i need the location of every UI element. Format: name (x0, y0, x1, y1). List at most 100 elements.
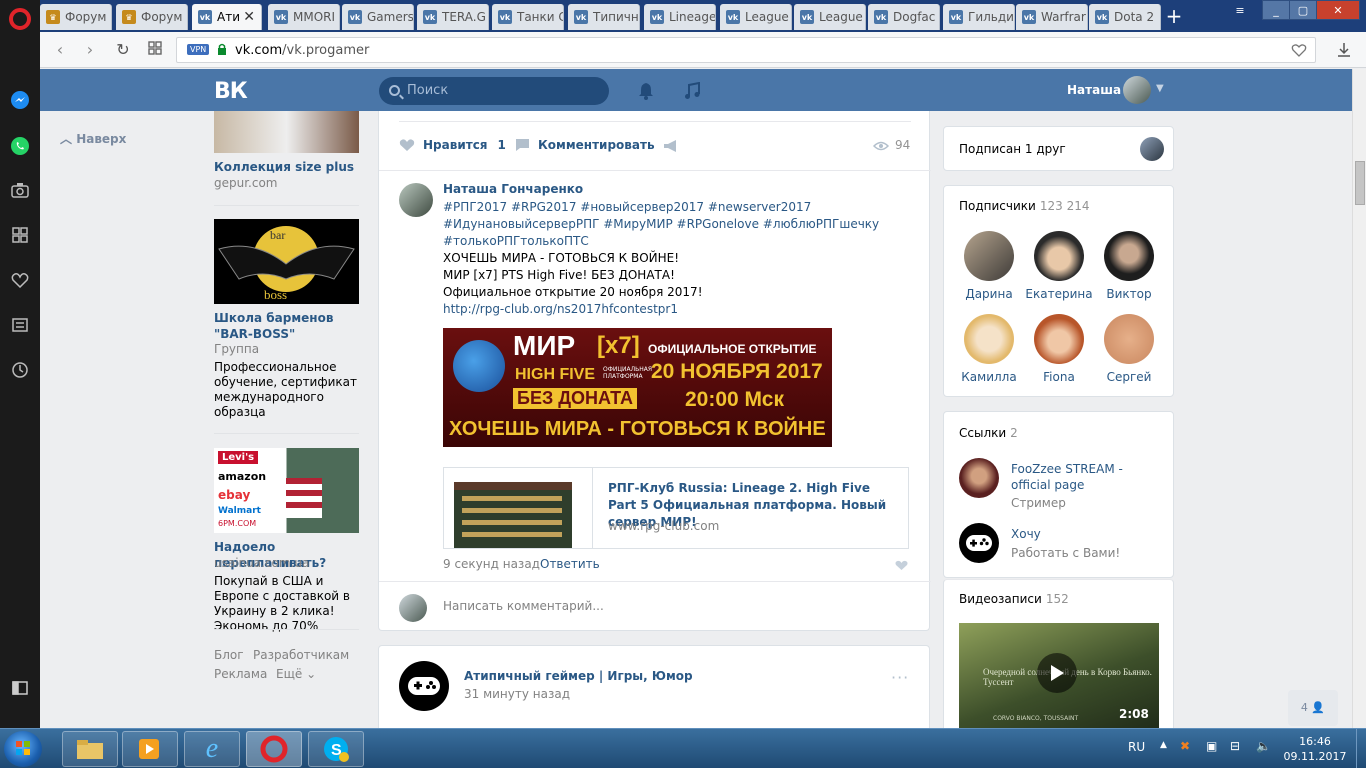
sidebar-toggle-icon[interactable] (10, 678, 30, 698)
comment-url-link[interactable]: http://rpg-club.org/ns2017hfcontestpr1 (443, 301, 913, 318)
media-player-taskbar-icon[interactable] (122, 731, 178, 767)
write-comment-input[interactable]: Написать комментарий... (443, 599, 604, 613)
subscribed-friends-card[interactable]: Подписан 1 друг (943, 126, 1174, 171)
close-tab-icon[interactable]: ✕ (243, 9, 255, 25)
vk-logo-icon[interactable]: ВК (214, 79, 248, 104)
maximize-button[interactable]: ▢ (1289, 0, 1317, 20)
footer-link-developers[interactable]: Разработчикам (253, 648, 349, 662)
ad-image-bar-boss[interactable]: bar boss (214, 219, 359, 304)
browser-tab[interactable]: vk Гильди (943, 4, 1015, 30)
ie-taskbar-icon[interactable]: e (184, 731, 240, 767)
heart-icon[interactable] (10, 270, 30, 290)
subscribers-title[interactable]: Подписчики 123 214 (959, 199, 1089, 213)
more-options-icon[interactable]: ··· (891, 668, 909, 687)
show-desktop-button[interactable] (1356, 729, 1366, 768)
online-friends-button[interactable]: 4 👤 (1288, 690, 1338, 726)
reply-button[interactable]: Ответить (540, 557, 600, 571)
comment-like-icon[interactable] (895, 560, 908, 571)
comment-author-avatar[interactable] (399, 183, 433, 217)
link-name[interactable]: FooZzee STREAM - official page (1011, 461, 1161, 493)
subscriber[interactable]: Камилла (954, 314, 1024, 384)
browser-tab[interactable]: vk Типичн (568, 4, 640, 30)
hashtags[interactable]: #РПГ2017 #RPG2017 #новыйсервер2017 #news… (443, 199, 913, 216)
browser-tab[interactable]: vk Lineage (644, 4, 716, 30)
browser-tab[interactable]: vk Dogfac (868, 4, 940, 30)
link-name[interactable]: Хочу (1011, 527, 1041, 541)
forward-button[interactable]: › (80, 40, 100, 60)
skype-taskbar-icon[interactable]: S (308, 731, 364, 767)
music-icon[interactable] (684, 82, 700, 100)
user-name[interactable]: Наташа (1067, 83, 1121, 97)
like-button[interactable]: Нравится 1 (399, 138, 506, 152)
network-tray-icon[interactable]: ⊟ (1230, 739, 1240, 753)
browser-tab[interactable]: vk Warfrar (1016, 4, 1088, 30)
search-input[interactable]: Поиск (379, 77, 609, 105)
page-scrollbar[interactable] (1352, 69, 1366, 728)
subscriber[interactable]: Виктор (1094, 231, 1164, 301)
opera-taskbar-icon[interactable] (246, 731, 302, 767)
bell-icon[interactable] (638, 82, 654, 100)
browser-tab[interactable]: vk Ати ✕ (192, 4, 262, 30)
subscriber[interactable]: Екатерина (1024, 231, 1094, 301)
browser-tab[interactable]: vk Gamers (342, 4, 414, 30)
footer-link-more[interactable]: Ещё ⌄ (276, 667, 316, 681)
reload-button[interactable]: ↻ (113, 40, 133, 60)
link-avatar[interactable] (959, 523, 999, 563)
whatsapp-icon[interactable] (10, 136, 30, 156)
comment-time[interactable]: 9 секунд назад (443, 557, 540, 571)
subscriber[interactable]: Fiona (1024, 314, 1094, 384)
speed-dial-icon[interactable] (10, 225, 30, 245)
next-post-author[interactable]: Атипичный геймер | Игры, Юмор (464, 669, 693, 683)
footer-link-ads[interactable]: Реклама (214, 667, 267, 681)
link-preview-card[interactable]: РПГ-Клуб Russia: Lineage 2. High Five Pa… (443, 467, 909, 549)
usb-tray-icon[interactable]: ▣ (1206, 739, 1217, 753)
bookmark-heart-icon[interactable] (1291, 43, 1307, 57)
opera-logo-icon[interactable] (9, 8, 31, 30)
scrollbar-thumb[interactable] (1355, 161, 1365, 205)
comment-author[interactable]: Наташа Гончаренко (443, 182, 583, 196)
ad-title[interactable]: Школа барменов "BAR-BOSS" (214, 310, 364, 342)
links-title[interactable]: Ссылки 2 (959, 426, 1018, 440)
user-avatar[interactable] (1123, 76, 1151, 104)
browser-tab[interactable]: vk Танки С (492, 4, 564, 30)
link-avatar[interactable] (959, 458, 999, 498)
browser-tab[interactable]: vk Dota 2 (1089, 4, 1161, 30)
minimize-button[interactable]: _ (1262, 0, 1290, 20)
subscriber[interactable]: Дарина (954, 231, 1024, 301)
messenger-icon[interactable] (10, 90, 30, 110)
language-indicator[interactable]: RU (1128, 740, 1145, 754)
ad-image-shopping[interactable]: Levi's amazon ebay Walmart 6PM.COM (214, 448, 359, 533)
camera-icon[interactable] (10, 180, 30, 200)
start-button[interactable] (4, 731, 42, 767)
videos-title[interactable]: Видеозаписи 152 (959, 592, 1069, 606)
new-tab-button[interactable]: + (1161, 4, 1187, 28)
tray-expand-icon[interactable]: ▲ (1160, 740, 1167, 750)
share-icon[interactable] (663, 139, 679, 153)
close-window-button[interactable]: ✕ (1316, 0, 1360, 20)
history-icon[interactable] (10, 360, 30, 380)
subscriber[interactable]: Сергей (1094, 314, 1164, 384)
news-icon[interactable] (10, 315, 30, 335)
volume-tray-icon[interactable]: 🔈 (1256, 739, 1271, 753)
explorer-taskbar-icon[interactable] (62, 731, 118, 767)
browser-tab[interactable]: ♛ Форум (116, 4, 188, 30)
community-avatar[interactable] (399, 661, 449, 711)
back-button[interactable]: ‹ (50, 40, 70, 60)
ad-title[interactable]: Коллекция size plus (214, 159, 364, 175)
browser-tab[interactable]: vk TERA.G (417, 4, 489, 30)
video-thumbnail[interactable]: Очередной солнечный день в Корво Бьянко.… (959, 623, 1159, 733)
vpn-badge[interactable]: VPN (187, 44, 210, 55)
next-post-time[interactable]: 31 минуту назад (464, 687, 570, 701)
play-icon[interactable] (1037, 653, 1077, 693)
hashtags[interactable]: #ИдунановыйсерверРПГ #МируМИР #RPGonelov… (443, 216, 913, 233)
browser-tab[interactable]: vk League (720, 4, 792, 30)
browser-tab[interactable]: vk League (794, 4, 866, 30)
app-tray-icon[interactable]: ✖ (1180, 739, 1190, 753)
comment-button[interactable]: Комментировать (515, 138, 655, 152)
scroll-up-button[interactable]: ︿ Наверх (60, 130, 126, 147)
tiles-icon[interactable] (145, 40, 165, 60)
browser-tab[interactable]: ♛ Форум (40, 4, 112, 30)
clock[interactable]: 16:46 09.11.2017 (1280, 734, 1350, 764)
browser-tab[interactable]: vk MMORI (268, 4, 340, 30)
url-field[interactable]: VPN vk.com/vk.progamer (176, 37, 1316, 63)
